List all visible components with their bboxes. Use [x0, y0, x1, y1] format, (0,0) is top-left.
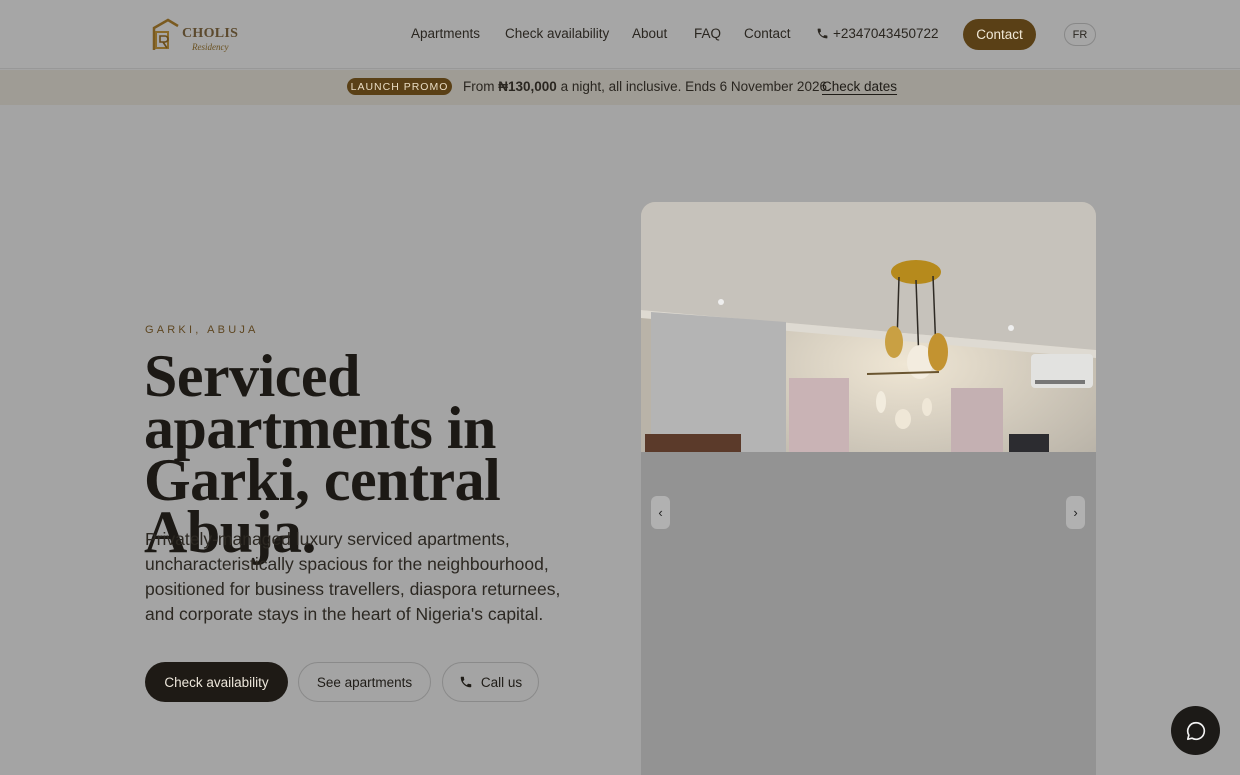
promo-text-prefix: From — [463, 79, 499, 94]
nav-faq[interactable]: FAQ — [694, 26, 721, 41]
logo-mark-icon — [152, 18, 179, 50]
promo-price: ₦130,000 — [498, 79, 557, 94]
brand-name: CHOLIS — [182, 26, 239, 41]
gallery-next-button[interactable]: › — [1066, 496, 1085, 529]
language-toggle-button[interactable]: FR — [1064, 23, 1096, 46]
call-us-button[interactable]: Call us — [442, 662, 539, 702]
chevron-left-icon: ‹ — [658, 505, 663, 520]
promo-message: From ₦130,000 a night, all inclusive. En… — [463, 79, 831, 94]
phone-icon — [460, 676, 472, 688]
call-us-label: Call us — [480, 674, 523, 690]
check-availability-button[interactable]: Check availability — [145, 662, 288, 702]
gallery-prev-button[interactable]: ‹ — [651, 496, 670, 529]
promo-text-suffix: a night, all inclusive. Ends 6 November … — [556, 79, 831, 94]
brand-logo[interactable]: CHOLIS Residency — [152, 16, 242, 54]
chat-launcher-button[interactable] — [1171, 706, 1220, 755]
hero-description: Privately-managed luxury serviced apartm… — [145, 529, 561, 624]
apartment-gallery-card: ‹ › — [641, 202, 1096, 775]
apartment-photo — [641, 202, 1096, 452]
contact-button[interactable]: Contact — [963, 19, 1036, 50]
nav-apartments[interactable]: Apartments — [411, 26, 480, 41]
see-apartments-button[interactable]: See apartments — [298, 662, 431, 702]
hero-location-eyebrow: GARKI, ABUJA — [145, 324, 259, 336]
check-dates-link[interactable]: Check dates — [822, 79, 897, 94]
nav-contact[interactable]: Contact — [744, 26, 791, 41]
brand-subtitle: Residency — [192, 42, 229, 52]
promo-badge: LAUNCH PROMO — [347, 78, 452, 95]
site-header: CHOLIS Residency Apartments Check availa… — [0, 0, 1240, 69]
promo-banner: LAUNCH PROMO From ₦130,000 a night, all … — [0, 70, 1240, 105]
nav-about[interactable]: About — [632, 26, 667, 41]
phone-icon — [817, 28, 828, 39]
nav-check-availability[interactable]: Check availability — [505, 26, 609, 41]
chat-bubble-icon — [1186, 721, 1205, 740]
chevron-right-icon: › — [1073, 505, 1078, 520]
nav-phone-link[interactable]: +2347043450722 — [833, 26, 939, 41]
